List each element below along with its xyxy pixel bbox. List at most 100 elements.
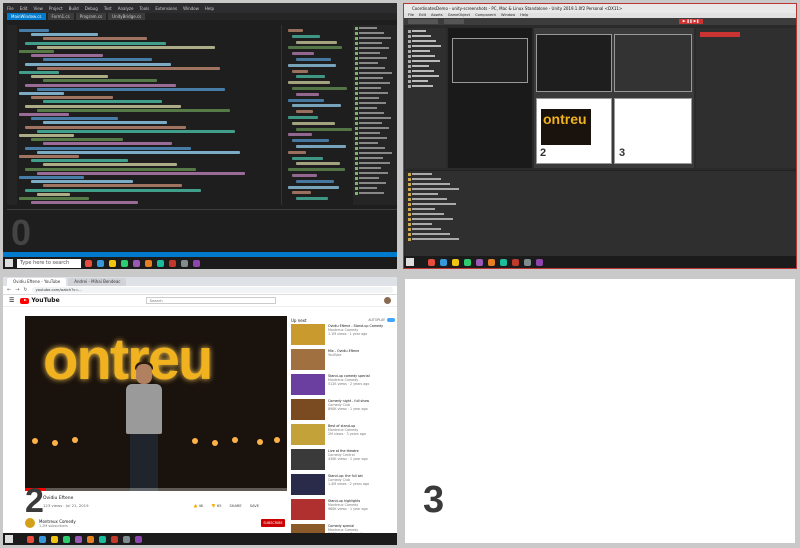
solution-item[interactable] <box>355 141 395 145</box>
project-item[interactable] <box>408 237 794 241</box>
solution-explorer[interactable] <box>353 25 397 205</box>
output-panel[interactable]: 0 <box>7 209 397 253</box>
ide-menu-item[interactable]: Help <box>205 6 214 11</box>
taskbar-app-icon[interactable] <box>75 535 82 543</box>
hierarchy-panel[interactable] <box>406 28 446 168</box>
taskbar-app-icon[interactable] <box>51 535 58 543</box>
recommendation-item[interactable]: Stand-up: the full set Comedy Club 1.4M vi… <box>291 474 395 498</box>
ide-menu-item[interactable]: Tools <box>140 6 150 11</box>
solution-item[interactable] <box>355 131 395 135</box>
recommendation-item[interactable]: Stand-up comedy special Montreux Comedy 51… <box>291 374 395 398</box>
recommendation-item[interactable]: Best of stand-up Montreux Comedy 2M views … <box>291 424 395 448</box>
solution-item[interactable] <box>355 181 395 185</box>
solution-item[interactable] <box>355 56 395 60</box>
solution-item[interactable] <box>355 71 395 75</box>
video-progress-bar[interactable] <box>25 488 287 491</box>
project-item[interactable] <box>408 232 794 236</box>
channel-avatar[interactable] <box>25 518 35 528</box>
taskbar-app-icon[interactable] <box>99 535 106 543</box>
game-view[interactable]: ontreu 2 3 <box>534 28 694 168</box>
ide-menu-item[interactable]: Extensions <box>155 6 177 11</box>
hierarchy-item[interactable] <box>408 74 444 78</box>
hierarchy-item[interactable] <box>408 34 444 38</box>
taskbar-app-icon[interactable] <box>121 259 128 267</box>
ide-menu-item[interactable]: Analyze <box>118 6 134 11</box>
solution-item[interactable] <box>355 46 395 50</box>
taskbar-app-icon[interactable] <box>111 535 118 543</box>
solution-item[interactable] <box>355 51 395 55</box>
taskbar-app-icon[interactable] <box>135 535 142 543</box>
video-thumbnail[interactable] <box>291 324 325 345</box>
ide-tab[interactable]: Form1.cs <box>47 13 74 20</box>
taskbar-app-icon[interactable] <box>488 258 495 266</box>
taskbar-app-icon[interactable] <box>440 258 447 266</box>
recommendation-item[interactable]: Live at the theatre Comedy Central 430K vi… <box>291 449 395 473</box>
autoplay-toggle[interactable] <box>387 318 395 322</box>
project-item[interactable] <box>408 192 794 196</box>
hierarchy-item[interactable] <box>408 29 444 33</box>
solution-item[interactable] <box>355 31 395 35</box>
hierarchy-item[interactable] <box>408 54 444 58</box>
taskbar-app-icon[interactable] <box>27 535 34 543</box>
reload-icon[interactable]: ↻ <box>23 287 27 293</box>
taskbar-app-icon[interactable] <box>428 258 435 266</box>
youtube-logo[interactable]: YouTube <box>20 297 60 304</box>
taskbar-app-icon[interactable] <box>464 258 471 266</box>
menu-icon[interactable]: ☰ <box>9 297 14 304</box>
project-panel[interactable] <box>406 170 796 258</box>
solution-item[interactable] <box>355 151 395 155</box>
hierarchy-item[interactable] <box>408 44 444 48</box>
solution-item[interactable] <box>355 101 395 105</box>
hierarchy-item[interactable] <box>408 64 444 68</box>
ide-tab[interactable]: Program.cs <box>75 13 107 20</box>
hierarchy-item[interactable] <box>408 79 444 83</box>
solution-item[interactable] <box>355 146 395 150</box>
video-thumbnail[interactable] <box>291 474 325 495</box>
address-bar[interactable]: youtube.com/watch?v=... <box>31 287 393 293</box>
solution-item[interactable] <box>355 66 395 70</box>
project-item[interactable] <box>408 207 794 211</box>
solution-item[interactable] <box>355 136 395 140</box>
project-item[interactable] <box>408 227 794 231</box>
taskbar-app-icon[interactable] <box>123 535 130 543</box>
ide-tab[interactable]: UnityBridge.cs <box>108 13 146 20</box>
recommendation-item[interactable]: Stand-up highlights Montreux Comedy 960K v… <box>291 499 395 523</box>
taskbar-app-icon[interactable] <box>169 259 176 267</box>
taskbar-app-icon[interactable] <box>181 259 188 267</box>
project-item[interactable] <box>408 197 794 201</box>
taskbar-app-icon[interactable] <box>476 258 483 266</box>
taskbar-app-icon[interactable] <box>157 259 164 267</box>
taskbar-app-icon[interactable] <box>512 258 519 266</box>
share-button[interactable]: SHARE <box>229 504 241 508</box>
solution-item[interactable] <box>355 126 395 130</box>
like-button[interactable]: 👍 4K <box>193 504 203 508</box>
recommendation-item[interactable]: Comedy night - full show Comedy Club 890K … <box>291 399 395 423</box>
project-item[interactable] <box>408 212 794 216</box>
ide-menu-item[interactable]: Build <box>69 6 79 11</box>
windows-start-icon[interactable] <box>5 535 13 543</box>
taskbar-search-input[interactable]: Type here to search <box>17 258 81 268</box>
ide-menu-item[interactable]: Test <box>104 6 112 11</box>
recommendation-item[interactable]: Mix - Ovidiu Eftene YouTube <box>291 349 395 373</box>
solution-item[interactable] <box>355 111 395 115</box>
solution-item[interactable] <box>355 171 395 175</box>
solution-item[interactable] <box>355 91 395 95</box>
solution-item[interactable] <box>355 86 395 90</box>
recommendation-item[interactable]: Ovidiu Eftene - Stand-up Comedy Montreux … <box>291 324 395 348</box>
taskbar-app-icon[interactable] <box>97 259 104 267</box>
solution-item[interactable] <box>355 161 395 165</box>
secondary-editor[interactable] <box>281 25 352 205</box>
hierarchy-item[interactable] <box>408 69 444 73</box>
project-item[interactable] <box>408 222 794 226</box>
inspector-panel[interactable] <box>696 28 796 168</box>
ide-menu-item[interactable]: View <box>33 6 43 11</box>
taskbar-app-icon[interactable] <box>63 535 70 543</box>
ide-menu-item[interactable]: Debug <box>85 6 98 11</box>
windows-start-icon[interactable] <box>406 258 414 266</box>
solution-item[interactable] <box>355 156 395 160</box>
hierarchy-item[interactable] <box>408 84 444 88</box>
video-player[interactable]: ontreu <box>25 316 287 491</box>
taskbar-app-icon[interactable] <box>109 259 116 267</box>
taskbar-app-icon[interactable] <box>193 259 200 267</box>
solution-item[interactable] <box>355 166 395 170</box>
